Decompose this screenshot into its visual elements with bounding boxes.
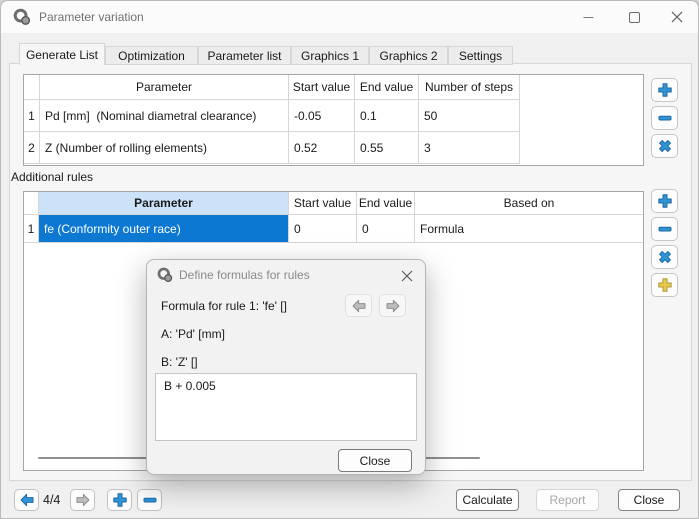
close-icon	[401, 270, 413, 282]
rule-remove-button[interactable]	[651, 217, 678, 241]
based-on-cell[interactable]: Formula	[415, 215, 643, 243]
parameter-cell-selected[interactable]: fe (Conformity outer race)	[39, 215, 289, 243]
tab-label: Graphics 1	[301, 49, 359, 63]
column-header-parameter[interactable]: Parameter	[39, 192, 289, 215]
page-indicator: 4/4	[43, 489, 60, 511]
rule-add-button[interactable]	[651, 189, 678, 213]
start-value-cell[interactable]: 0	[289, 215, 357, 243]
maximize-button[interactable]	[611, 2, 657, 32]
tab-graphics-1[interactable]: Graphics 1	[291, 46, 369, 65]
prev-page-button[interactable]	[14, 489, 39, 511]
tab-parameter-list[interactable]: Parameter list	[198, 46, 291, 65]
title-bar: Parameter variation	[1, 1, 698, 33]
forward-arrow-icon	[385, 298, 401, 314]
column-header-number-of-steps[interactable]: Number of steps	[419, 75, 520, 100]
table-row: 2 Z (Number of rolling elements) 0.52 0.…	[24, 132, 643, 164]
rule-delete-all-button[interactable]	[651, 245, 678, 269]
delete-all-x-icon	[657, 249, 673, 265]
delete-all-x-icon	[657, 138, 673, 154]
corner-header-cell	[24, 192, 39, 215]
app-bearing-icon	[13, 8, 31, 26]
end-value-cell[interactable]: 0.55	[355, 132, 419, 164]
steps-cell[interactable]: 3	[419, 132, 520, 164]
add-plus-icon	[657, 82, 673, 98]
remove-minus-icon	[657, 221, 673, 237]
add-plus-icon	[112, 492, 128, 508]
tab-label: Settings	[459, 49, 502, 63]
app-bearing-icon	[157, 267, 173, 283]
additional-rules-label: Additional rules	[11, 170, 93, 184]
column-header-based-on[interactable]: Based on	[415, 192, 643, 215]
formula-input[interactable]: B + 0.005	[155, 373, 417, 441]
parameter-cell[interactable]: Z (Number of rolling elements)	[40, 132, 289, 164]
next-arrow-icon	[75, 492, 91, 508]
window-close-button[interactable]	[654, 2, 699, 32]
column-header-parameter[interactable]: Parameter	[40, 75, 289, 100]
tab-settings[interactable]: Settings	[448, 46, 513, 65]
define-formulas-dialog: Define formulas for rules Formula for ru…	[146, 259, 426, 475]
dialog-close-button[interactable]	[399, 268, 415, 284]
rule-add-special-button[interactable]	[651, 273, 678, 297]
add-special-plus-yellow-icon	[657, 277, 673, 293]
next-rule-button[interactable]	[379, 294, 406, 317]
tab-optimization[interactable]: Optimization	[105, 46, 198, 65]
parameter-cell[interactable]: Pd [mm] (Nominal diametral clearance)	[40, 100, 289, 132]
end-value-cell[interactable]: 0.1	[355, 100, 419, 132]
corner-header-cell	[24, 75, 40, 100]
formula-rule-label: Formula for rule 1: 'fe' []	[161, 298, 287, 314]
add-plus-icon	[657, 193, 673, 209]
row-number[interactable]: 2	[24, 132, 40, 164]
minimize-button[interactable]	[565, 2, 611, 32]
tab-generate-list[interactable]: Generate List	[19, 43, 105, 65]
tab-label: Optimization	[118, 49, 185, 63]
start-value-cell[interactable]: 0.52	[289, 132, 355, 164]
column-header-start-value[interactable]: Start value	[289, 75, 355, 100]
dialog-title: Define formulas for rules	[179, 260, 310, 290]
window-title: Parameter variation	[39, 1, 144, 33]
table-row: 1 Pd [mm] (Nominal diametral clearance) …	[24, 100, 643, 132]
steps-cell[interactable]: 50	[419, 100, 520, 132]
column-header-end-value[interactable]: End value	[355, 75, 419, 100]
table-row: 1 fe (Conformity outer race) 0 0 Formula	[24, 215, 643, 243]
tab-label: Graphics 2	[379, 49, 437, 63]
footer-close-button[interactable]: Close	[618, 489, 680, 511]
parameter-variation-window: Parameter variation Generate List Optimi…	[0, 0, 699, 519]
variable-b-label: B: 'Z' []	[161, 354, 198, 370]
report-button[interactable]: Report	[536, 489, 599, 511]
column-header-end-value[interactable]: End value	[357, 192, 415, 215]
param-add-row-button[interactable]	[651, 78, 678, 102]
end-value-cell[interactable]: 0	[357, 215, 415, 243]
back-arrow-icon	[351, 298, 367, 314]
dialog-title-bar: Define formulas for rules	[147, 260, 425, 290]
row-number[interactable]: 1	[24, 215, 39, 243]
prev-arrow-icon	[19, 492, 35, 508]
param-delete-all-button[interactable]	[651, 134, 678, 158]
tab-label: Generate List	[26, 48, 98, 62]
minimize-icon	[583, 12, 594, 23]
close-icon	[671, 11, 683, 23]
maximize-icon	[629, 12, 640, 23]
remove-minus-icon	[142, 492, 158, 508]
remove-minus-icon	[657, 110, 673, 126]
tab-graphics-2[interactable]: Graphics 2	[369, 46, 448, 65]
start-value-cell[interactable]: -0.05	[289, 100, 355, 132]
next-page-button[interactable]	[70, 489, 95, 511]
previous-rule-button[interactable]	[345, 294, 372, 317]
variable-a-label: A: 'Pd' [mm]	[161, 326, 225, 342]
calculate-button[interactable]: Calculate	[456, 489, 519, 511]
dialog-close-action-button[interactable]: Close	[338, 449, 412, 472]
column-header-start-value[interactable]: Start value	[289, 192, 357, 215]
param-remove-row-button[interactable]	[651, 106, 678, 130]
add-configuration-button[interactable]	[107, 489, 132, 511]
remove-configuration-button[interactable]	[137, 489, 162, 511]
row-number[interactable]: 1	[24, 100, 40, 132]
tab-label: Parameter list	[207, 49, 281, 63]
parameter-table: Parameter Start value End value Number o…	[23, 74, 644, 166]
